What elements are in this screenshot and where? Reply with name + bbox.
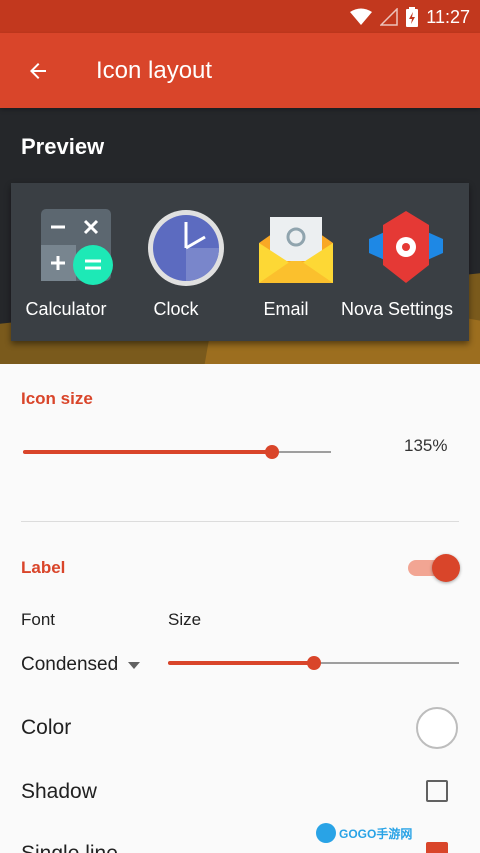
icon-size-slider[interactable] (23, 442, 331, 462)
single-line-checkbox[interactable] (426, 842, 448, 853)
toggle-thumb (432, 554, 460, 582)
app-label: Clock (153, 299, 199, 319)
watermark-logo-icon (316, 823, 336, 843)
label-toggle[interactable] (408, 554, 460, 582)
status-bar: 11:27 (0, 0, 480, 33)
status-time: 11:27 (426, 6, 470, 27)
battery-charging-icon (406, 7, 419, 27)
font-label: Font (21, 610, 56, 629)
app-nova-settings: Nova Settings (341, 183, 454, 341)
label-size-slider[interactable] (168, 653, 459, 673)
label-heading: Label (21, 558, 66, 577)
preview-title: Preview (21, 134, 105, 159)
slider-thumb[interactable] (265, 445, 280, 459)
app-label: Email (263, 299, 309, 319)
shadow-checkbox[interactable] (426, 780, 448, 802)
status-icons: 11:27 (350, 6, 470, 28)
size-label: Size (168, 610, 202, 629)
single-line-label: Single line (21, 842, 118, 853)
app-label: Nova Settings (341, 299, 454, 319)
clock-icon (148, 210, 224, 286)
back-button[interactable] (20, 53, 56, 89)
slider-fill (23, 450, 273, 454)
icon-size-heading: Icon size (21, 389, 93, 408)
shadow-label: Shadow (21, 780, 97, 803)
icon-size-value: 135% (404, 436, 448, 455)
font-dropdown-value: Condensed (21, 654, 119, 675)
app-clock: Clock (121, 183, 231, 341)
color-picker-button[interactable] (416, 707, 458, 749)
preview-dock: Calculator Clock Email Nova Settings (11, 183, 469, 341)
email-icon (259, 217, 333, 283)
divider (21, 521, 459, 522)
watermark-text: GOGO手游网 (339, 826, 413, 841)
app-bar: Icon layout (0, 33, 480, 108)
cell-signal-icon (380, 8, 399, 26)
app-label: Calculator (25, 299, 107, 319)
watermark: GOGO手游网 (316, 821, 412, 845)
font-dropdown[interactable]: Condensed (21, 652, 141, 678)
app-email: Email (231, 183, 341, 341)
nova-settings-icon (369, 211, 443, 283)
arrow-back-icon (30, 63, 46, 79)
slider-fill (168, 661, 314, 665)
color-label: Color (21, 716, 72, 739)
slider-thumb[interactable] (306, 656, 321, 670)
calculator-icon (41, 209, 113, 285)
chevron-down-icon (128, 661, 141, 669)
page-title: Icon layout (96, 57, 213, 84)
app-calculator: Calculator (11, 183, 121, 341)
wifi-icon (350, 8, 373, 25)
